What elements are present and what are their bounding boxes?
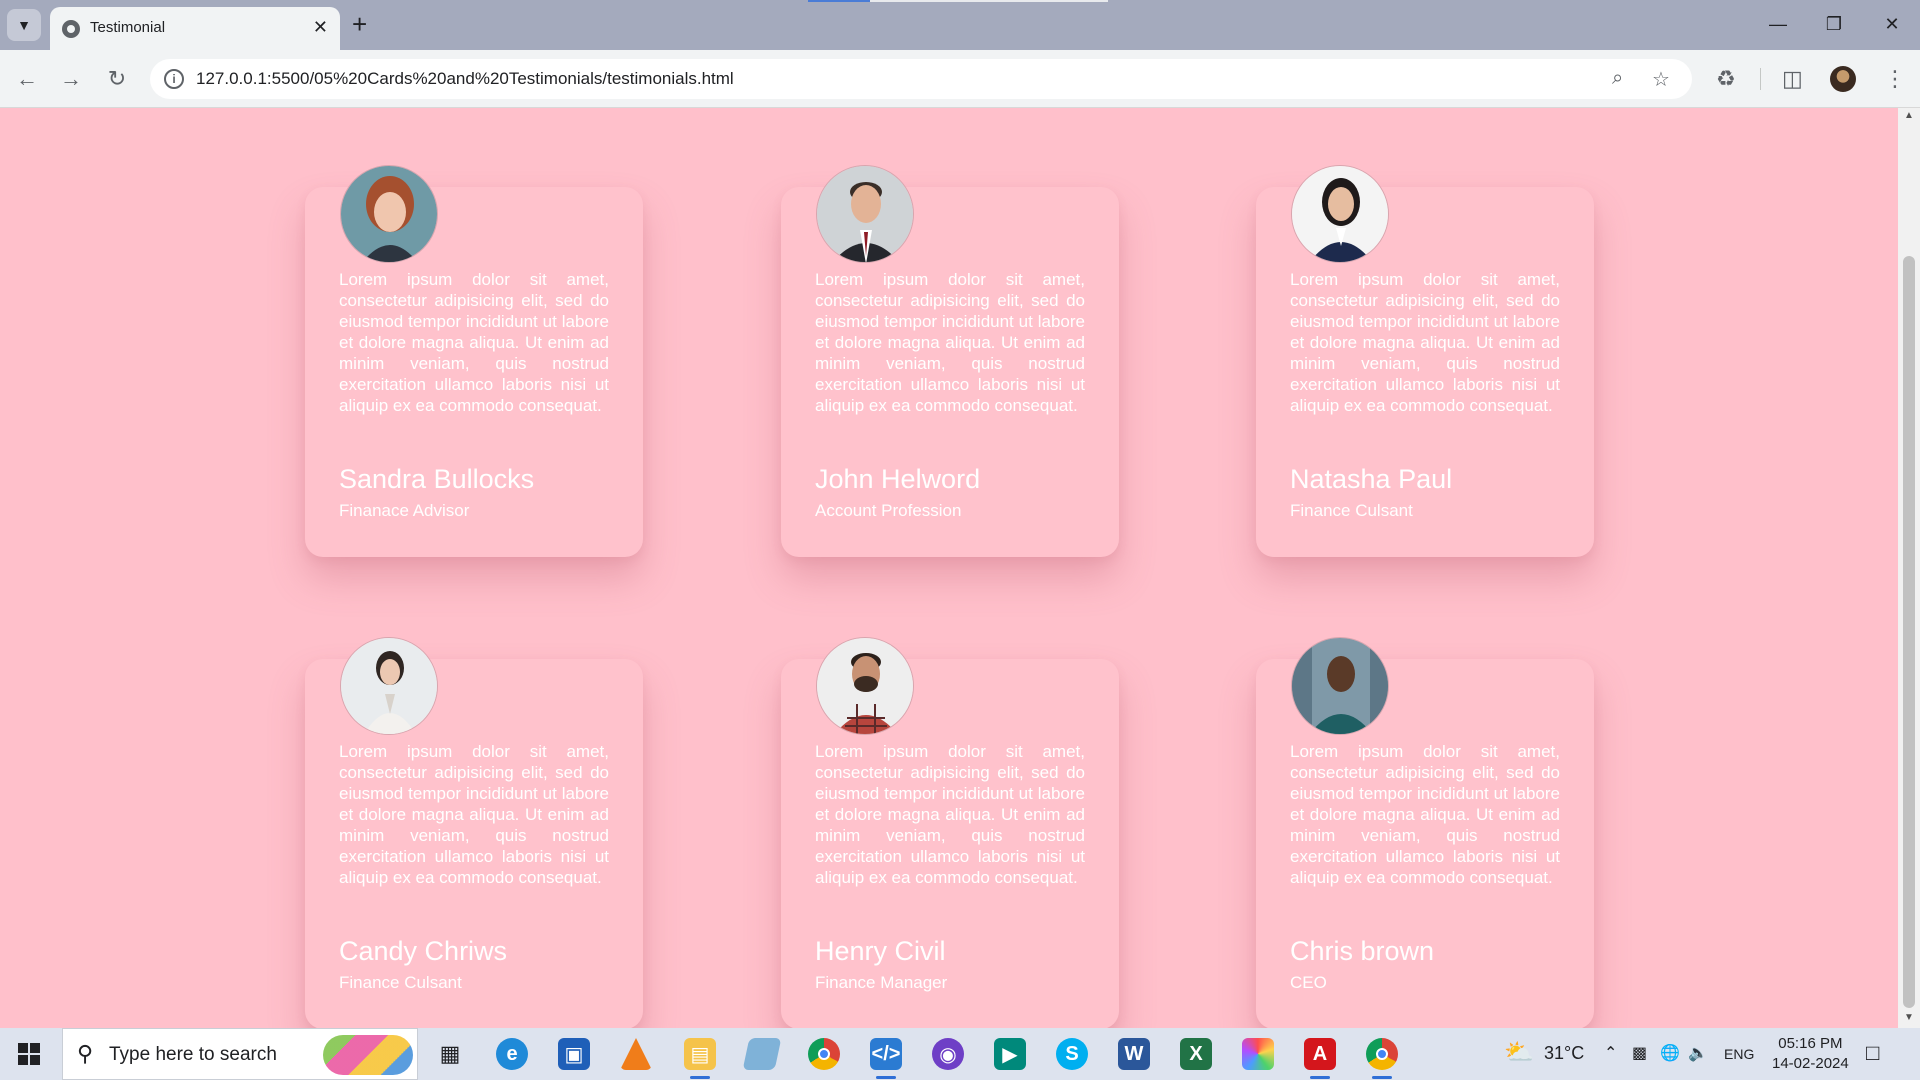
avatar [1291, 637, 1389, 735]
testimonial-card: Lorem ipsum dolor sit amet, consectetur … [781, 637, 1119, 1028]
avatar [340, 637, 438, 735]
clock-date: 14-02-2024 [1772, 1055, 1849, 1072]
address-bar[interactable]: i 127.0.0.1:5500/05%20Cards%20and%20Test… [150, 59, 1692, 99]
side-panel-icon[interactable]: ◫ [1782, 66, 1803, 92]
task-view-icon[interactable]: ▦ [434, 1038, 466, 1070]
testimonial-card: Lorem ipsum dolor sit amet, consectetur … [1256, 637, 1594, 1028]
testimonial-card: Lorem ipsum dolor sit amet, consectetur … [1256, 165, 1594, 557]
testimonial-text: Lorem ipsum dolor sit amet, consectetur … [1290, 270, 1560, 415]
page-scrollbar[interactable]: ▲ ▼ [1898, 108, 1920, 1028]
scroll-down-arrow-icon[interactable]: ▼ [1904, 1012, 1914, 1023]
loading-indicator [808, 0, 1108, 2]
weather-icon[interactable]: ⛅ [1504, 1038, 1534, 1067]
scrollbar-thumb[interactable] [1903, 256, 1915, 1008]
testimonial-card: Lorem ipsum dolor sit amet, consectetur … [781, 165, 1119, 557]
network-icon[interactable]: ▩ [1632, 1043, 1647, 1063]
vscode-icon[interactable]: </> [870, 1038, 902, 1079]
photos-icon[interactable] [1242, 1038, 1274, 1070]
store-icon[interactable]: ▣ [558, 1038, 590, 1070]
search-icon: ⚲ [77, 1041, 94, 1066]
back-icon[interactable]: ← [12, 64, 42, 94]
notes-app-icon[interactable] [742, 1038, 782, 1070]
testimonial-text: Lorem ipsum dolor sit amet, consectetur … [339, 742, 609, 887]
globe-icon [62, 20, 80, 38]
avatar [816, 165, 914, 263]
volume-icon[interactable]: 🔈 [1688, 1043, 1708, 1063]
system-clock[interactable]: 05:16 PM 14-02-2024 [1772, 1034, 1849, 1074]
person-name: John Helword [815, 464, 981, 494]
edge-icon[interactable]: e [496, 1038, 528, 1070]
testimonial-text: Lorem ipsum dolor sit amet, consectetur … [815, 270, 1085, 415]
tray-overflow-icon[interactable]: ⌃ [1604, 1043, 1617, 1063]
scroll-up-arrow-icon[interactable]: ▲ [1904, 110, 1914, 121]
star-icon[interactable]: ☆ [1652, 67, 1670, 92]
person-role: Account Profession [815, 501, 962, 520]
forward-icon[interactable]: → [56, 64, 86, 94]
search-placeholder: Type here to search [109, 1044, 277, 1065]
search-highlight-image [323, 1035, 413, 1075]
close-tab-icon[interactable]: ✕ [313, 16, 328, 38]
tab-testimonial[interactable]: Testimonial ✕ [50, 7, 340, 50]
chrome-running-icon[interactable] [1366, 1038, 1398, 1079]
tab-search-button[interactable]: ▼ [7, 9, 41, 41]
reload-icon[interactable]: ↻ [102, 64, 132, 94]
person-role: Finance Culsant [1290, 501, 1413, 520]
restore-icon[interactable]: ❐ [1814, 10, 1854, 38]
notifications-icon[interactable]: □ [1866, 1040, 1879, 1066]
globe-icon[interactable]: 🌐 [1660, 1043, 1680, 1063]
person-name: Henry Civil [815, 936, 946, 966]
puzzle-icon[interactable]: ♻ [1716, 66, 1736, 92]
file-explorer-icon[interactable]: ▤ [684, 1038, 716, 1079]
profile-avatar[interactable] [1830, 66, 1856, 92]
testimonial-card: Lorem ipsum dolor sit amet, consectetur … [305, 637, 643, 1028]
meet-icon[interactable]: ▶ [994, 1038, 1026, 1070]
person-name: Candy Chriws [339, 936, 508, 966]
tab-title: Testimonial [90, 19, 166, 36]
new-tab-button[interactable]: + [352, 10, 367, 38]
person-role: Finanace Advisor [339, 501, 470, 520]
taskbar-search-input[interactable]: ⚲ Type here to search [62, 1028, 418, 1080]
browser-toolbar: ← → ↻ i 127.0.0.1:5500/05%20Cards%20and%… [0, 50, 1920, 108]
chrome-icon[interactable] [808, 1038, 840, 1070]
close-window-icon[interactable]: ✕ [1872, 10, 1912, 38]
person-role: Finance Manager [815, 973, 948, 992]
person-name: Chris brown [1290, 936, 1435, 966]
word-icon[interactable]: W [1118, 1038, 1150, 1070]
testimonial-text: Lorem ipsum dolor sit amet, consectetur … [339, 270, 609, 415]
testimonial-text: Lorem ipsum dolor sit amet, consectetur … [1290, 742, 1560, 887]
person-name: Natasha Paul [1290, 464, 1453, 494]
testimonial-card: Lorem ipsum dolor sit amet, consectetur … [305, 165, 643, 557]
clock-time: 05:16 PM [1778, 1035, 1843, 1052]
toolbar-divider [1760, 68, 1761, 90]
url-text[interactable]: 127.0.0.1:5500/05%20Cards%20and%20Testim… [196, 69, 734, 89]
person-role: CEO [1290, 973, 1327, 992]
minimize-icon[interactable]: — [1758, 10, 1798, 38]
weather-text[interactable]: 31°C [1544, 1043, 1584, 1064]
kebab-menu-icon[interactable]: ⋮ [1884, 66, 1906, 92]
testimonial-text: Lorem ipsum dolor sit amet, consectetur … [815, 742, 1085, 887]
avatar [340, 165, 438, 263]
windows-taskbar: ⚲ Type here to search ▦ e ▣ ▤ </> ◉ ▶ S … [0, 1028, 1920, 1080]
acrobat-icon[interactable]: A [1304, 1038, 1336, 1079]
page-viewport: Lorem ipsum dolor sit amet, consectetur … [0, 108, 1898, 1028]
avatar [1291, 165, 1389, 263]
person-name: Sandra Bullocks [339, 464, 535, 494]
avatar [816, 637, 914, 735]
chevron-down-icon: ▼ [17, 17, 31, 33]
github-desktop-icon[interactable]: ◉ [932, 1038, 964, 1070]
windows-start-icon[interactable] [18, 1043, 40, 1065]
skype-icon[interactable]: S [1056, 1038, 1088, 1070]
info-icon[interactable]: i [164, 69, 184, 89]
vlc-icon[interactable] [620, 1038, 652, 1070]
excel-icon[interactable]: X [1180, 1038, 1212, 1070]
person-role: Finance Culsant [339, 973, 462, 992]
zoom-icon[interactable]: ⌕ [1612, 67, 1623, 90]
tab-strip: ▼ Testimonial ✕ + — ❐ ✕ [0, 0, 1920, 50]
language-indicator[interactable]: ENG [1724, 1046, 1754, 1062]
